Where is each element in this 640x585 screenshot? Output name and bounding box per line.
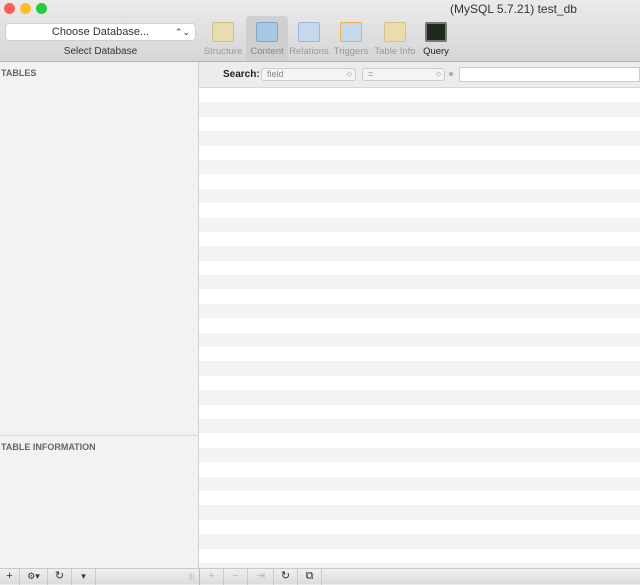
table-row[interactable]: [199, 390, 640, 405]
tab-structure[interactable]: Structure: [202, 16, 244, 61]
table-row[interactable]: [199, 376, 640, 390]
split-handle[interactable]: |||: [184, 569, 200, 585]
table-row[interactable]: [199, 159, 640, 175]
table-row[interactable]: [199, 261, 640, 275]
structure-icon: [212, 22, 234, 42]
table-row[interactable]: [199, 476, 640, 491]
table-row[interactable]: [199, 347, 640, 361]
table-row[interactable]: [199, 88, 640, 102]
field-select-value: field: [267, 69, 284, 79]
tab-label: Structure: [203, 46, 243, 57]
filter-toggle-button[interactable]: ▾: [72, 569, 96, 585]
tab-label: Triggers: [333, 46, 369, 57]
toolbar: (MySQL 5.7.21) test_db Choose Database..…: [0, 0, 640, 62]
copy-button[interactable]: ⧉: [298, 569, 322, 585]
table-row[interactable]: [199, 131, 640, 146]
table-row[interactable]: [199, 289, 640, 303]
relations-icon: [298, 22, 320, 42]
remove-row-button[interactable]: −: [224, 569, 248, 585]
operator-select[interactable]: = ◇: [362, 68, 445, 81]
filter-bar: Search: field ◇ = ◇: [199, 62, 640, 88]
chevron-updown-icon: ◇: [435, 71, 441, 78]
add-row-button[interactable]: +: [200, 569, 224, 585]
status-dot-icon: [449, 72, 453, 76]
tables-header: TABLES: [1, 68, 37, 78]
table-row[interactable]: [199, 174, 640, 188]
minimize-window-button[interactable]: [20, 3, 31, 14]
content-area: Search: field ◇ = ◇: [199, 62, 640, 578]
table-information-header: TABLE INFORMATION: [1, 442, 96, 452]
table-row[interactable]: [199, 303, 640, 319]
table-row[interactable]: [199, 318, 640, 332]
select-database-label: Select Database: [63, 46, 138, 57]
gear-menu-button[interactable]: ⚙▾: [20, 569, 48, 585]
table-row[interactable]: [199, 549, 640, 563]
divider[interactable]: [0, 435, 199, 436]
sidebar: TABLES TABLE INFORMATION: [0, 62, 199, 568]
tab-label: Relations: [289, 46, 329, 57]
table-row[interactable]: [199, 405, 640, 419]
query-icon: [425, 22, 447, 42]
bottom-bar: + ⚙▾ ↻ ▾ ||| + − ⇥ ↻ ⧉: [0, 568, 640, 585]
zoom-window-button[interactable]: [36, 3, 47, 14]
field-select[interactable]: field ◇: [261, 68, 356, 81]
table-row[interactable]: [199, 102, 640, 117]
tab-label: Query: [423, 46, 449, 57]
content-table[interactable]: [199, 88, 640, 578]
tab-label: Content: [250, 46, 284, 57]
duplicate-row-button[interactable]: ⇥: [248, 569, 274, 585]
triggers-icon: [340, 22, 362, 42]
database-select-value: Choose Database...: [51, 26, 150, 38]
search-label: Search:: [223, 69, 260, 80]
chevron-updown-icon: ◇: [346, 71, 352, 78]
tab-label: Table Info: [374, 46, 416, 57]
database-select[interactable]: Choose Database... ⌃⌄: [5, 23, 196, 41]
table-row[interactable]: [199, 534, 640, 549]
table-row[interactable]: [199, 217, 640, 232]
tab-query[interactable]: Query: [415, 16, 457, 61]
table-row[interactable]: [199, 491, 640, 505]
table-info-icon: [384, 22, 406, 42]
tab-relations[interactable]: Relations: [288, 16, 330, 61]
content-icon: [256, 22, 278, 42]
table-row[interactable]: [199, 520, 640, 534]
refresh-tables-button[interactable]: ↻: [48, 569, 72, 585]
refresh-content-button[interactable]: ↻: [274, 569, 298, 585]
table-row[interactable]: [199, 433, 640, 447]
tab-content[interactable]: Content: [246, 16, 288, 61]
table-row[interactable]: [199, 505, 640, 520]
tab-triggers[interactable]: Triggers: [330, 16, 372, 61]
search-input[interactable]: [459, 67, 640, 82]
table-row[interactable]: [199, 447, 640, 463]
window-title: (MySQL 5.7.21) test_db: [450, 2, 577, 16]
table-row[interactable]: [199, 232, 640, 246]
add-table-button[interactable]: +: [0, 569, 20, 585]
table-row[interactable]: [199, 418, 640, 434]
table-row[interactable]: [199, 361, 640, 376]
table-row[interactable]: [199, 188, 640, 204]
table-row[interactable]: [199, 146, 640, 160]
table-row[interactable]: [199, 203, 640, 217]
table-row[interactable]: [199, 462, 640, 476]
close-window-button[interactable]: [4, 3, 15, 14]
table-row[interactable]: [199, 275, 640, 290]
operator-select-value: =: [368, 69, 374, 79]
tab-table-info[interactable]: Table Info: [374, 16, 416, 61]
chevron-updown-icon: ⌃⌄: [174, 27, 190, 37]
table-row[interactable]: [199, 246, 640, 261]
table-row[interactable]: [199, 117, 640, 131]
table-row[interactable]: [199, 332, 640, 348]
